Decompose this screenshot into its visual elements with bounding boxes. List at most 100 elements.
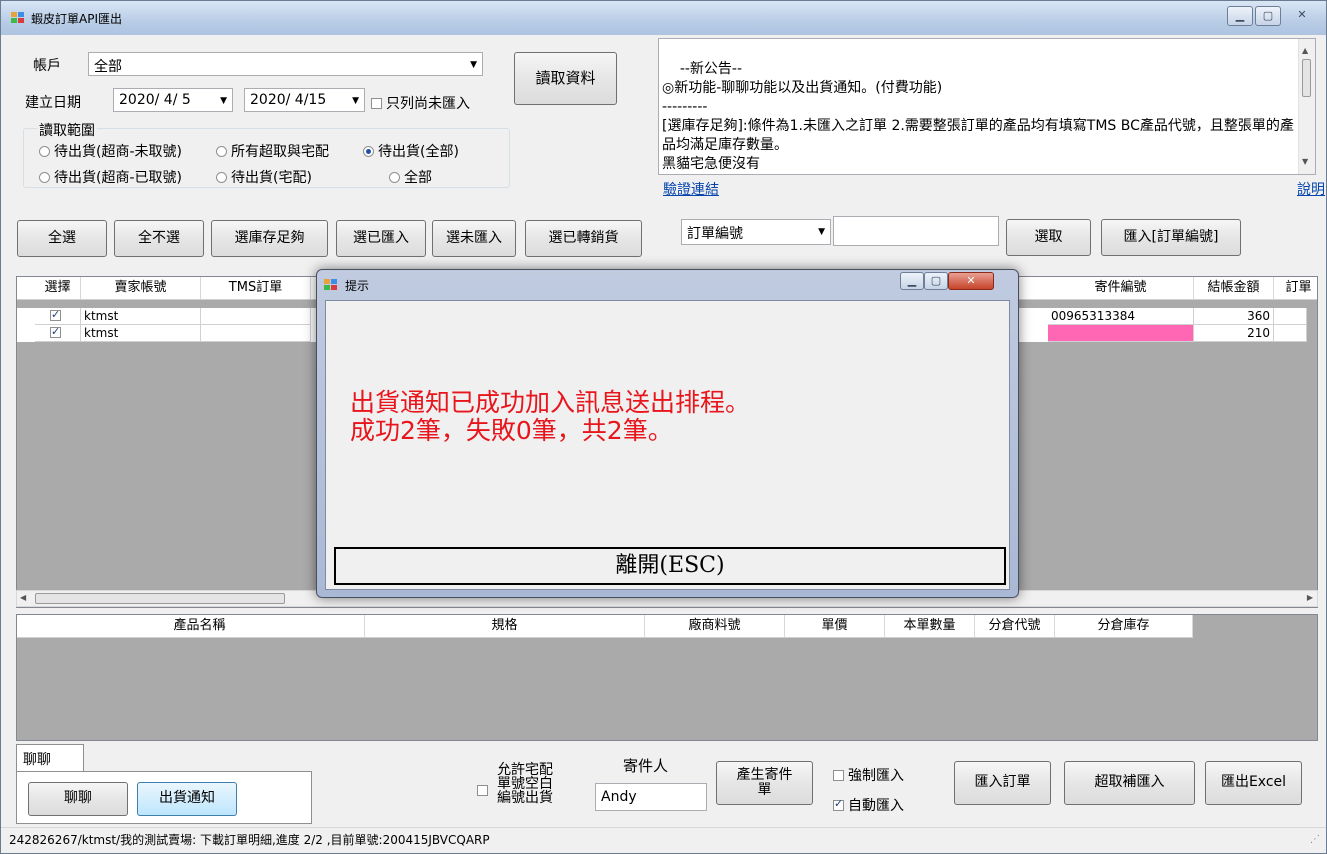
column-header[interactable]: 單價 [785, 615, 885, 637]
amount-cell: 210 [1194, 325, 1274, 342]
dialog-minimize-button[interactable]: ▁ [900, 272, 924, 290]
allow-home-delivery-label: 允許宅配 單號空白 編號出貨 [497, 762, 553, 806]
sender-label: 寄件人 [623, 757, 669, 775]
order-cell [1274, 325, 1307, 342]
column-header[interactable]: 規格 [365, 615, 645, 637]
force-import-checkbox[interactable]: 強制匯入 [833, 765, 904, 785]
radio-circle [216, 146, 227, 157]
dialog-exit-button[interactable]: 離開(ESC) [334, 547, 1006, 585]
select-all-button[interactable]: 全選 [17, 220, 107, 257]
column-header[interactable]: 分倉庫存 [1055, 615, 1193, 637]
select-transferred-button[interactable]: 選已轉銷貨 [525, 220, 642, 257]
dialog-message: 出貨通知已成功加入訊息送出排程。 成功2筆，失敗0筆，共2筆。 [350, 389, 750, 445]
radio-circle [216, 172, 227, 183]
column-header[interactable]: 本單數量 [885, 615, 975, 637]
checkbox-checked [50, 308, 61, 323]
select-not-imported-button[interactable]: 選未匯入 [432, 220, 516, 257]
lookup-field-select[interactable]: 訂單編號 ▼ [681, 219, 831, 245]
dialog-maximize-button[interactable]: ▢ [924, 272, 948, 290]
title-bar[interactable]: 蝦皮訂單API匯出 ▁ ▢ ✕ [1, 1, 1326, 35]
generate-sender-button[interactable]: 產生寄件 單 [716, 761, 813, 805]
column-header[interactable]: 廠商料號 [645, 615, 785, 637]
range-option-home-delivery[interactable]: 待出貨(宅配) [216, 167, 312, 187]
seller-cell: ktmst [81, 325, 201, 342]
chat-button[interactable]: 聊聊 [28, 782, 128, 816]
select-imported-button[interactable]: 選已匯入 [336, 220, 426, 257]
resize-grip-icon[interactable]: ⋰ [1310, 828, 1320, 852]
chevron-down-icon: ▼ [352, 96, 359, 106]
range-option-cvs-unnumbered[interactable]: 待出貨(超商-未取號) [39, 141, 182, 161]
dialog-close-button[interactable]: ✕ [948, 272, 994, 290]
help-link[interactable]: 說明 [1297, 179, 1325, 199]
auto-import-label: 自動匯入 [848, 798, 904, 814]
radio-circle [389, 172, 400, 183]
account-value: 全部 [94, 59, 122, 75]
column-header[interactable]: 結帳金額 [1194, 277, 1274, 299]
column-header[interactable]: 產品名稱 [35, 615, 365, 637]
column-header[interactable]: 選擇 [35, 277, 81, 299]
checkbox-checked [833, 797, 844, 811]
chat-tab-panel: 聊聊 出貨通知 [16, 771, 312, 824]
checkbox-box [833, 770, 844, 781]
maximize-button[interactable]: ▢ [1255, 6, 1281, 26]
range-option-pending-all[interactable]: 待出貨(全部) [363, 141, 459, 161]
chevron-down-icon: ▼ [818, 227, 825, 237]
date-from-picker[interactable]: 2020/ 4/ 5 ▼ [113, 88, 233, 112]
chevron-down-icon: ▼ [220, 96, 227, 106]
notice-dialog: 提示 ▁ ▢ ✕ 出貨通知已成功加入訊息送出排程。 成功2筆，失敗0筆，共2筆。… [316, 269, 1019, 598]
export-excel-button[interactable]: 匯出Excel [1205, 761, 1302, 805]
ship-no-cell-highlighted [1048, 325, 1194, 342]
date-to-picker[interactable]: 2020/ 4/15 ▼ [244, 88, 365, 112]
date-from-value: 2020/ 4/ 5 [119, 92, 191, 108]
column-header[interactable]: 分倉代號 [975, 615, 1055, 637]
scroll-down-icon[interactable]: ▼ [1302, 152, 1308, 171]
date-to-value: 2020/ 4/15 [250, 92, 327, 108]
select-none-button[interactable]: 全不選 [114, 220, 204, 257]
range-option-cvs-numbered[interactable]: 待出貨(超商-已取號) [39, 167, 182, 187]
notice-text: --新公告-- ◎新功能-聊聊功能以及出貨通知。(付費功能) ---------… [662, 61, 1294, 172]
only-not-imported-checkbox[interactable]: 只列尚未匯入 [371, 93, 470, 113]
account-label: 帳戶 [33, 58, 61, 74]
products-grid[interactable]: 產品名稱 規格 廠商料號 單價 本單數量 分倉代號 分倉庫存 [16, 614, 1318, 741]
minimize-button[interactable]: ▁ [1227, 6, 1253, 26]
close-button[interactable]: ✕ [1285, 6, 1319, 26]
pickup-reimport-button[interactable]: 超取補匯入 [1064, 761, 1195, 805]
auto-import-checkbox[interactable]: 自動匯入 [833, 795, 904, 815]
scroll-thumb[interactable] [35, 593, 285, 604]
range-option-all[interactable]: 全部 [389, 167, 432, 187]
scroll-up-icon[interactable]: ▲ [1302, 41, 1308, 60]
import-by-order-button[interactable]: 匯入[訂單編號] [1101, 219, 1241, 256]
seller-cell: ktmst [81, 308, 201, 325]
radio-circle [39, 172, 50, 183]
scroll-thumb[interactable] [1302, 59, 1311, 97]
checkbox-box [477, 785, 488, 796]
read-data-button[interactable]: 讀取資料 [514, 52, 617, 105]
select-stock-enough-button[interactable]: 選庫存足夠 [211, 220, 328, 257]
window-title: 蝦皮訂單API匯出 [31, 12, 122, 26]
lookup-field-value: 訂單編號 [687, 226, 743, 242]
ship-notice-button[interactable]: 出貨通知 [137, 782, 237, 816]
dialog-title: 提示 [345, 279, 370, 293]
notice-scrollbar[interactable]: ▲ ▼ [1298, 39, 1315, 174]
main-window: 蝦皮訂單API匯出 ▁ ▢ ✕ 帳戶 全部 ▼ 建立日期 2020/ 4/ 5 … [0, 0, 1327, 854]
account-select[interactable]: 全部 ▼ [88, 52, 483, 76]
amount-cell: 360 [1194, 308, 1274, 325]
column-header[interactable]: 訂單 [1274, 277, 1317, 299]
row-select-checkbox[interactable] [35, 325, 81, 342]
column-header[interactable]: 寄件編號 [1048, 277, 1194, 299]
generate-sender-label: 產生寄件 單 [736, 766, 793, 798]
row-select-checkbox[interactable] [35, 308, 81, 325]
range-option-all-pickup-home[interactable]: 所有超取與宅配 [216, 141, 329, 161]
sender-input[interactable]: Andy [595, 783, 707, 811]
pick-button[interactable]: 選取 [1006, 219, 1091, 256]
notice-textbox[interactable]: --新公告-- ◎新功能-聊聊功能以及出貨通知。(付費功能) ---------… [658, 38, 1316, 175]
import-orders-button[interactable]: 匯入訂單 [954, 761, 1051, 805]
scroll-right-icon[interactable]: ▶ [1307, 593, 1313, 602]
scroll-left-icon[interactable]: ◀ [20, 593, 26, 602]
column-header[interactable]: TMS訂單 [201, 277, 311, 299]
column-header[interactable]: 賣家帳號 [81, 277, 201, 299]
verify-link[interactable]: 驗證連結 [663, 179, 719, 199]
lookup-value-input[interactable] [833, 216, 999, 246]
tab-chat[interactable]: 聊聊 [16, 744, 84, 772]
radio-circle [39, 146, 50, 157]
